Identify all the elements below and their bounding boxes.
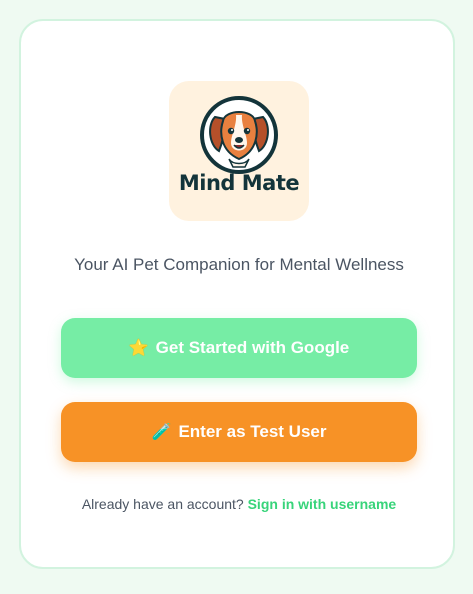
account-prompt: Already have an account? [81,496,244,512]
login-card: Mind Mate Your AI Pet Companion for Ment… [19,19,455,569]
sign-in-username-link[interactable]: Sign in with username [248,496,397,512]
star-icon: ⭐ [128,340,149,357]
tagline: Your AI Pet Companion for Mental Wellnes… [74,255,404,274]
sign-in-footer: Already have an account? Sign in with us… [21,496,457,512]
google-sign-in-button[interactable]: ⭐ Get Started with Google [61,318,417,378]
test-tube-icon: 🧪 [151,424,172,441]
test-user-button-label: Enter as Test User [178,422,327,441]
google-button-label: Get Started with Google [155,338,350,357]
app-logo: Mind Mate [169,81,309,221]
dog-face-icon [200,96,278,174]
logo-wordmark: Mind Mate [178,171,300,195]
test-user-button[interactable]: 🧪 Enter as Test User [61,402,417,462]
